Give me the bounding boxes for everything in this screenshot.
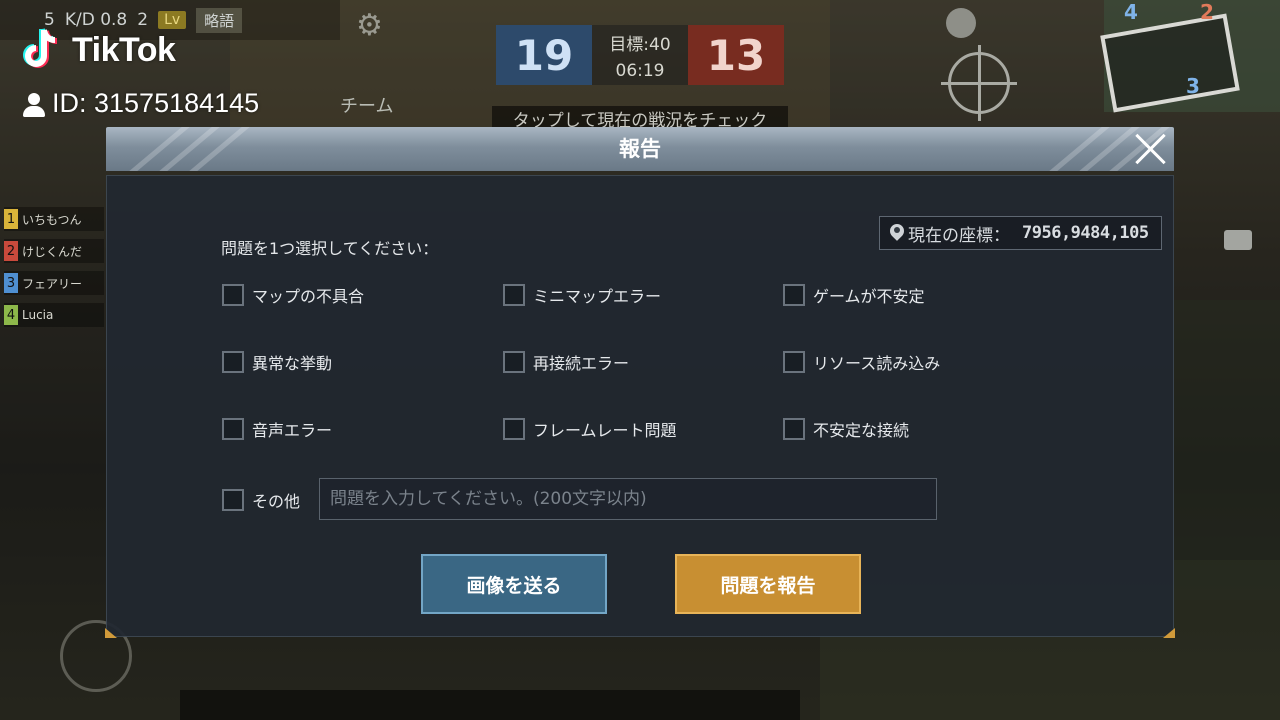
option-game-unstable[interactable]: ゲームが不安定 xyxy=(783,283,925,307)
team-tag: 略語 xyxy=(196,7,243,33)
option-map-bug[interactable]: マップの不具合 xyxy=(222,283,364,307)
dialog-body: 現在の座標： 7956,9484,105 問題を1つ選択してください： マップの… xyxy=(105,175,1175,638)
player-name: けじくんだ xyxy=(22,244,83,259)
coordinates-value: 7956,9484,105 xyxy=(1022,223,1149,243)
option-label: リソース読み込み xyxy=(813,354,941,373)
option-label: ミニマップエラー xyxy=(533,287,662,306)
option-unstable-connection[interactable]: 不安定な接続 xyxy=(783,417,909,441)
report-dialog: 報告 現在の座標： 7956,9484,105 問題を1つ選択してください： マ… xyxy=(105,127,1175,638)
player-rank: 4 xyxy=(4,305,18,325)
option-reconnect-error[interactable]: 再接続エラー xyxy=(503,350,629,374)
match-timer: 06:19 xyxy=(615,60,665,81)
option-audio-error[interactable]: 音声エラー xyxy=(222,417,332,441)
player-name: フェアリー xyxy=(22,276,83,291)
checkbox[interactable] xyxy=(222,489,244,511)
player-name: いちもつん xyxy=(22,212,82,227)
checkbox[interactable] xyxy=(222,351,244,373)
list-item: 2 けじくんだ xyxy=(4,239,104,263)
list-item: 1 いちもつん xyxy=(4,207,104,231)
player-rank: 2 xyxy=(4,241,18,261)
tiktok-watermark: TikTok xyxy=(20,26,176,74)
checkbox[interactable] xyxy=(783,351,805,373)
option-resource-loading[interactable]: リソース読み込み xyxy=(783,350,940,374)
option-label: 音声エラー xyxy=(252,421,333,440)
option-label: フレームレート問題 xyxy=(533,421,677,440)
checkbox[interactable] xyxy=(783,284,805,306)
option-label: 不安定な接続 xyxy=(813,421,910,440)
checkbox[interactable] xyxy=(503,418,525,440)
tiktok-logo-icon xyxy=(23,28,58,68)
option-label: ゲームが不安定 xyxy=(813,287,925,306)
chat-icon[interactable] xyxy=(1224,230,1252,250)
other-issue-input[interactable] xyxy=(319,478,937,520)
list-item: 4 Lucia xyxy=(4,303,104,327)
option-label: その他 xyxy=(252,492,301,511)
coordinates-label: 現在の座標： xyxy=(908,225,1010,246)
scoreboard: 19 目標:40 06:19 13 xyxy=(496,25,784,85)
location-pin-icon xyxy=(890,224,904,242)
dialog-title: 報告 xyxy=(619,137,661,161)
user-icon xyxy=(22,91,46,117)
tiktok-user-id: ID: 31575184145 xyxy=(22,88,259,119)
player-name: Lucia xyxy=(22,308,54,322)
option-other[interactable]: その他 xyxy=(222,488,300,512)
option-label: 異常な挙動 xyxy=(252,354,333,373)
settings-gear-icon[interactable]: ⚙ xyxy=(356,8,383,43)
checkbox[interactable] xyxy=(503,284,525,306)
select-issue-prompt: 問題を1つ選択してください： xyxy=(221,239,439,258)
report-issue-button[interactable]: 問題を報告 xyxy=(675,554,861,614)
target-score: 目標:40 xyxy=(609,34,671,55)
player-rank: 1 xyxy=(4,209,18,229)
checkbox[interactable] xyxy=(503,351,525,373)
minimap-marker: 3 xyxy=(1186,74,1200,98)
list-item: 3 フェアリー xyxy=(4,271,104,295)
tiktok-brand: TikTok xyxy=(72,30,176,69)
emote-icon[interactable] xyxy=(946,8,976,38)
send-image-button[interactable]: 画像を送る xyxy=(421,554,607,614)
player-rank: 3 xyxy=(4,273,18,293)
red-team-score: 13 xyxy=(688,25,784,85)
option-label: 再接続エラー xyxy=(533,354,630,373)
current-coordinates: 現在の座標： 7956,9484,105 xyxy=(879,216,1162,250)
checkbox[interactable] xyxy=(222,284,244,306)
dialog-header: 報告 xyxy=(106,127,1174,171)
leaderboard-list: 1 いちもつん 2 けじくんだ 3 フェアリー 4 Lucia xyxy=(4,207,104,335)
blue-team-score: 19 xyxy=(496,25,592,85)
close-icon[interactable] xyxy=(1132,131,1168,167)
checkbox[interactable] xyxy=(783,418,805,440)
user-id-text: ID: 31575184145 xyxy=(52,88,260,118)
option-label: マップの不具合 xyxy=(252,287,365,306)
option-framerate-issue[interactable]: フレームレート問題 xyxy=(503,417,677,441)
checkbox[interactable] xyxy=(222,418,244,440)
match-info: 目標:40 06:19 xyxy=(592,25,688,85)
option-abnormal-behavior[interactable]: 異常な挙動 xyxy=(222,350,332,374)
option-minimap-error[interactable]: ミニマップエラー xyxy=(503,283,661,307)
crosshair-icon[interactable] xyxy=(941,45,1017,121)
minimap-marker: 2 xyxy=(1200,0,1214,24)
minimap-marker: 4 xyxy=(1124,0,1138,24)
bottom-status-bar xyxy=(180,690,800,720)
team-chat-label[interactable]: チーム xyxy=(340,92,393,118)
